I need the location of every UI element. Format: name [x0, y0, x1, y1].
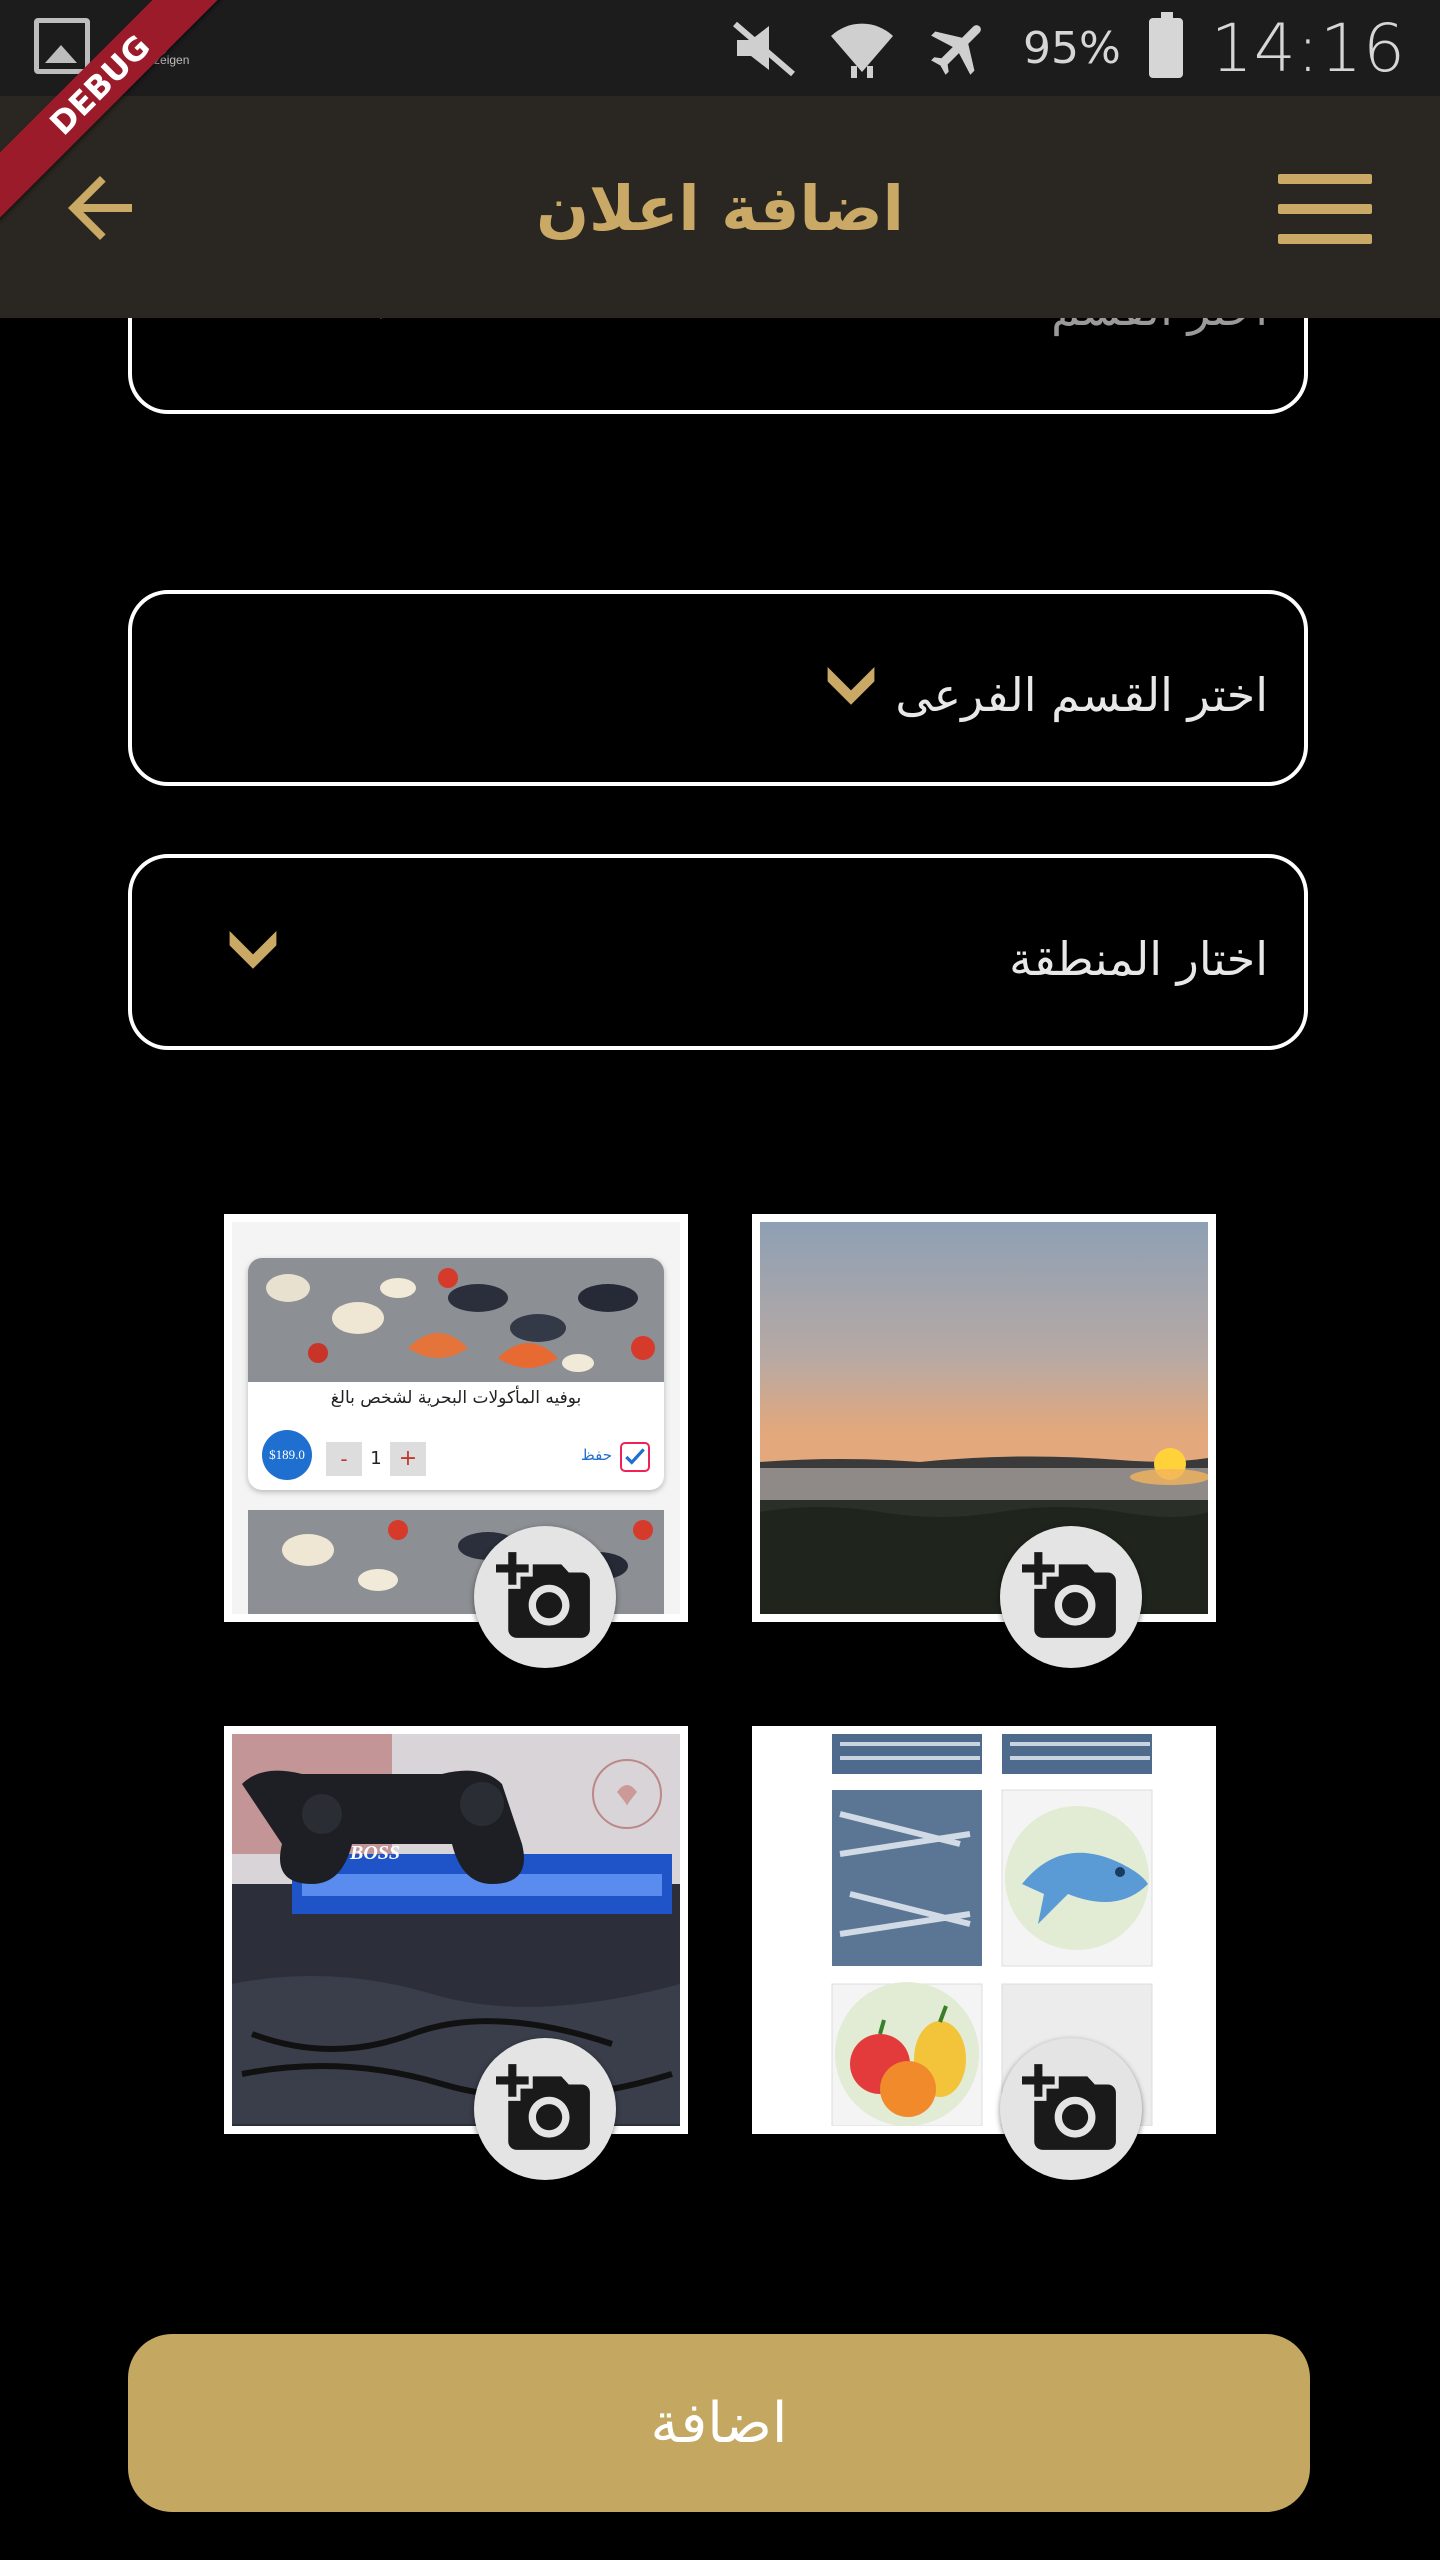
- controller-brand-text: BOSS: [350, 1842, 401, 1864]
- fish-and-fruit-grid: [831, 1734, 1153, 2126]
- add-ad-form: اختر القسم اختر القسم الفرعى اختار المنط…: [0, 318, 1440, 2560]
- chevron-down-icon: [380, 318, 382, 319]
- subcategory-dropdown[interactable]: اختر القسم الفرعى: [128, 590, 1308, 786]
- add-a-photo-icon: [496, 2064, 590, 2150]
- sunset-photo: [760, 1222, 1208, 1614]
- chevron-down-icon: [229, 931, 277, 969]
- category-dropdown[interactable]: اختر القسم: [128, 318, 1308, 414]
- photo-slot-3[interactable]: BOSS: [224, 1726, 688, 2134]
- add-photo-button-2[interactable]: [1000, 1526, 1142, 1668]
- listing-card: بوفيه المأكولات البحرية لشخص بالغ $189.0…: [248, 1258, 664, 1490]
- checkbox-icon: [620, 1442, 650, 1472]
- add-photo-button-3[interactable]: [474, 2038, 616, 2180]
- wifi-icon: [831, 23, 893, 78]
- price-badge: $189.0: [262, 1430, 312, 1480]
- battery-percentage: 95%: [1023, 22, 1121, 74]
- airplane-mode-icon: [931, 25, 981, 75]
- battery-charging-icon: [1148, 12, 1183, 78]
- region-dropdown[interactable]: اختار المنطقة: [128, 854, 1308, 1050]
- seafood-image: [248, 1258, 664, 1382]
- qty-minus: -: [326, 1442, 362, 1476]
- region-label: اختار المنطقة: [1009, 932, 1268, 986]
- page-title: اضافة اعلان: [536, 172, 904, 245]
- subcategory-label: اختر القسم الفرعى: [895, 668, 1268, 722]
- gallery-icon: [34, 18, 90, 74]
- photo-slot-1[interactable]: بوفيه المأكولات البحرية لشخص بالغ $189.0…: [224, 1214, 688, 1622]
- hamburger-menu-icon[interactable]: [1278, 174, 1372, 244]
- category-label: اختر القسم: [1051, 318, 1268, 336]
- qty-plus: +: [390, 1442, 426, 1476]
- photo-slot-2[interactable]: [752, 1214, 1216, 1622]
- add-a-photo-icon: [496, 1552, 590, 1638]
- add-photo-button-1[interactable]: [474, 1526, 616, 1668]
- clock: 14:16: [1210, 9, 1406, 87]
- chevron-down-icon: [827, 667, 875, 705]
- status-bar: ebay Kleinanzeigen 95% 14:16: [0, 0, 1440, 96]
- game-controller-photo: [232, 1734, 680, 2126]
- app-bar: اضافة اعلان: [0, 96, 1440, 318]
- mute-icon: [733, 21, 795, 77]
- photo-slot-4[interactable]: [752, 1726, 1216, 2134]
- add-a-photo-icon: [1022, 2064, 1116, 2150]
- listing-title: بوفيه المأكولات البحرية لشخص بالغ: [330, 1388, 582, 1408]
- save-label: حفظ: [580, 1446, 612, 1464]
- add-photo-button-4[interactable]: [1000, 2038, 1142, 2180]
- qty-value: 1: [370, 1448, 382, 1469]
- add-a-photo-icon: [1022, 1552, 1116, 1638]
- submit-add-button[interactable]: اضافة: [128, 2334, 1310, 2512]
